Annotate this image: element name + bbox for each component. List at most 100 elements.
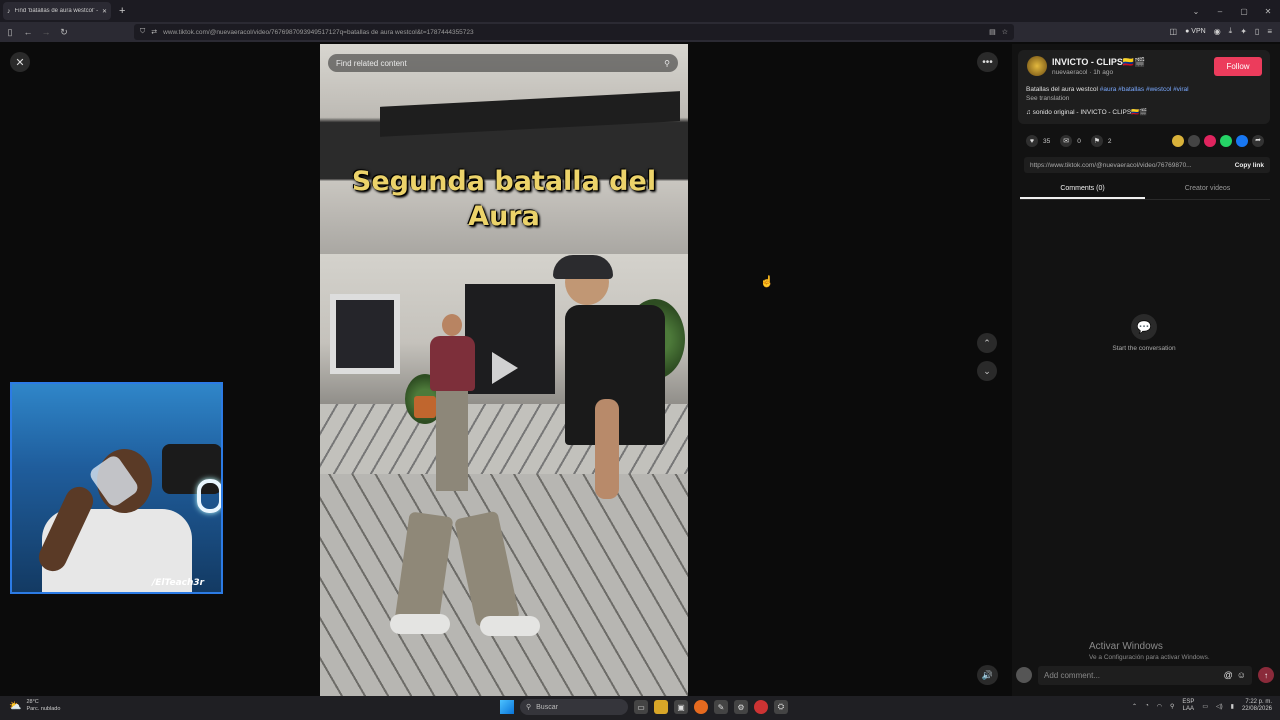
notepad-icon[interactable]: ✎ [714, 700, 728, 714]
share-send-icon[interactable] [1204, 135, 1216, 147]
windows-start-icon[interactable] [500, 700, 514, 714]
maximize-button[interactable]: ▢ [1232, 7, 1256, 16]
video-link[interactable]: https://www.tiktok.com/@nuevaeracol/vide… [1030, 162, 1229, 169]
sound-link[interactable]: ♫ sonido original - INVICTO - CLIPS🇨🇴🎬 [1026, 108, 1147, 116]
send-comment-button[interactable]: ↑ [1258, 667, 1274, 683]
extensions-icon[interactable]: ✦ [1240, 27, 1247, 36]
video-window [330, 294, 400, 374]
find-related-search[interactable]: Find related content ⚲ [328, 54, 678, 72]
user-avatar [1016, 667, 1032, 683]
partly-cloudy-icon: ⛅ [9, 700, 22, 712]
vpn-button[interactable]: ● VPN [1185, 28, 1206, 35]
search-placeholder: Find related content [336, 58, 407, 68]
reader-view-icon[interactable]: ▤ [989, 28, 996, 36]
menu-icon[interactable]: ≡ [1267, 27, 1272, 36]
steam-app-icon[interactable]: ⛭ [774, 700, 788, 714]
tray-app-icon[interactable]: ◔ [1145, 703, 1149, 709]
comment-input[interactable]: Add comment... @ ☺ [1038, 665, 1252, 685]
next-video-button[interactable]: ⌄ [977, 361, 997, 381]
taskbar-search[interactable]: ⚲ Buscar [520, 699, 628, 715]
weather-temp: 28°C [26, 699, 39, 705]
mention-icon[interactable]: @ [1224, 670, 1233, 680]
weather-widget[interactable]: ⛅ 28°C Parc. nublado [9, 699, 60, 713]
mic-icon[interactable]: ⚲ [1170, 703, 1174, 710]
tiktok-favicon-icon: ♪ [7, 7, 11, 15]
firefox-icon[interactable] [694, 700, 708, 714]
emoji-icon[interactable]: ☺ [1237, 670, 1246, 680]
tray-chevron-icon[interactable]: ⌃ [1132, 703, 1137, 710]
streamer [34, 424, 192, 592]
new-tab-button[interactable]: + [119, 5, 125, 17]
more-options-button[interactable]: ••• [977, 52, 998, 72]
share-facebook-icon[interactable] [1236, 135, 1248, 147]
language-code: ESP [1182, 699, 1195, 705]
video-person-black-shirt [535, 255, 675, 519]
empty-comments: 💬 Start the conversation [1100, 314, 1188, 352]
share-whatsapp-icon[interactable] [1220, 135, 1232, 147]
tab-list-chevron-icon[interactable]: ⌄ [1184, 7, 1208, 16]
taskbar-search-label: Buscar [536, 703, 558, 711]
tab-title: Find 'batallas de aura westcol' - [14, 8, 98, 14]
chrome-icon[interactable] [754, 700, 768, 714]
steam-icon[interactable]: ⚙ [734, 700, 748, 714]
reload-icon[interactable]: ↻ [56, 27, 72, 38]
store-icon[interactable]: ▣ [674, 700, 688, 714]
wifi-icon[interactable]: ◠ [1157, 703, 1162, 710]
see-translation-link[interactable]: See translation [1026, 95, 1069, 102]
creator-name[interactable]: INVICTO - CLIPS🇨🇴🎬 [1052, 57, 1145, 68]
creator-avatar[interactable] [1027, 56, 1047, 76]
screenshot-icon[interactable]: ◫ [1170, 27, 1178, 36]
comment-icon: ✉ [1060, 135, 1073, 147]
streamer-tag: /ElTeach3r [152, 578, 205, 588]
like-count: 35 [1043, 137, 1051, 145]
clock[interactable]: 7:22 p. m. 22/08/2026 [1242, 699, 1272, 713]
window-controls: ⌄ – ▢ ✕ [1184, 0, 1280, 22]
volume-icon[interactable]: ◁) [1216, 703, 1223, 710]
search-icon[interactable]: ⚲ [664, 59, 670, 68]
tab-comments[interactable]: Comments (0) [1020, 182, 1145, 199]
task-view-icon[interactable]: ▭ [634, 700, 648, 714]
battery-icon[interactable]: ▮ [1231, 703, 1234, 710]
share-embed-icon[interactable] [1188, 135, 1200, 147]
network-icon[interactable]: ▭ [1202, 703, 1208, 710]
bookmark-icon: ⚑ [1090, 135, 1103, 147]
comment-button[interactable]: ✉ 0 [1060, 135, 1081, 147]
share-arrow-icon[interactable]: ➦ [1252, 135, 1264, 147]
clock-time: 7:22 p. m. [1245, 699, 1272, 705]
weather-desc: Parc. nublado [26, 706, 61, 712]
close-tab-icon[interactable]: ✕ [102, 8, 107, 15]
follow-button[interactable]: Follow [1214, 57, 1262, 76]
minimize-button[interactable]: – [1208, 7, 1232, 16]
downloads-icon[interactable]: ⤓ [1229, 26, 1233, 36]
sidebar-toggle-icon[interactable]: ▯ [2, 27, 18, 38]
like-button[interactable]: ♥ 35 [1026, 135, 1050, 147]
previous-video-button[interactable]: ⌃ [977, 333, 997, 353]
play-icon[interactable] [492, 352, 518, 384]
address-bar[interactable]: ⛉ ⇄ www.tiktok.com/@nuevaeracol/video/76… [134, 24, 1014, 40]
account-icon[interactable]: ◉ [1214, 27, 1221, 36]
forward-icon[interactable]: → [38, 27, 54, 37]
tab-creator-videos[interactable]: Creator videos [1145, 182, 1270, 199]
close-video-button[interactable]: ✕ [10, 52, 30, 72]
back-icon[interactable]: ← [20, 27, 36, 37]
panel-tabs: Comments (0) Creator videos [1020, 182, 1270, 200]
bookmark-star-icon[interactable]: ☆ [1002, 28, 1008, 36]
tab-bar: ♪ Find 'batallas de aura westcol' - ✕ + … [0, 0, 1280, 22]
share-coin-icon[interactable] [1172, 135, 1184, 147]
save-button[interactable]: ⚑ 2 [1090, 135, 1111, 147]
permissions-icon: ⇄ [151, 29, 158, 36]
activate-windows-title: Activar Windows [1089, 641, 1163, 652]
sidebar-icon[interactable]: ▯ [1255, 27, 1259, 36]
copy-link-button[interactable]: Copy link [1235, 162, 1264, 169]
language-layout: LAA [1182, 706, 1195, 712]
close-window-button[interactable]: ✕ [1256, 7, 1280, 16]
comment-placeholder: Add comment... [1044, 670, 1101, 680]
hand-cursor-icon: ☝ [760, 276, 774, 288]
volume-button[interactable]: 🔊 [977, 665, 998, 685]
file-explorer-icon[interactable] [654, 700, 668, 714]
browser-tab[interactable]: ♪ Find 'batallas de aura westcol' - ✕ [3, 2, 111, 20]
url-text[interactable]: www.tiktok.com/@nuevaeracol/video/767698… [163, 29, 983, 36]
creator-handle-time: nuevaeracol · 1h ago [1052, 69, 1114, 76]
hashtags[interactable]: #aura #batallas #westcol #viral [1100, 86, 1189, 93]
language-indicator[interactable]: ESP LAA [1182, 699, 1194, 713]
